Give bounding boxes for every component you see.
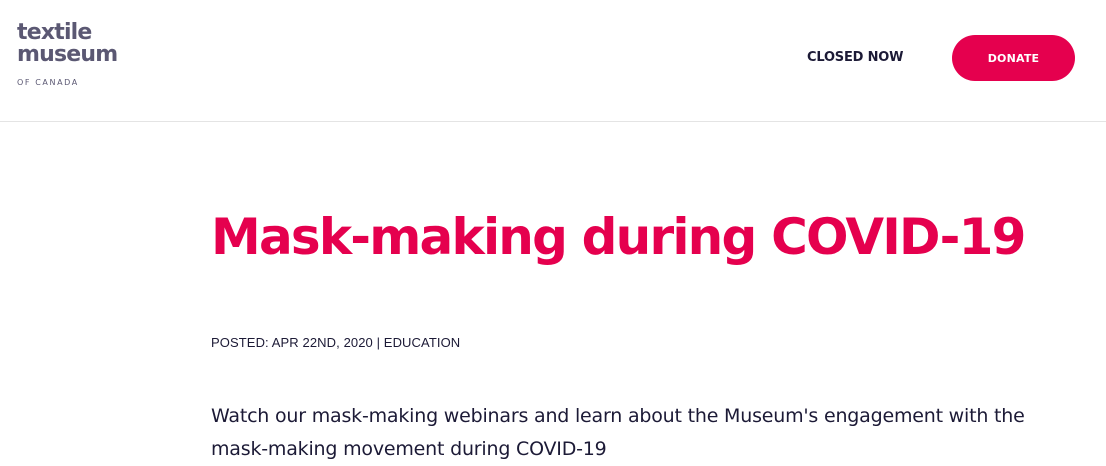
site-header: textile museum OF CANADA CLOSED NOW DONA…	[0, 0, 1106, 122]
logo-text-line-1: textile	[17, 20, 92, 45]
museum-logo[interactable]: textile museum OF CANADA	[17, 20, 118, 88]
category-link[interactable]: EDUCATION	[384, 335, 461, 350]
logo-text-line-2: museum	[17, 42, 118, 67]
donate-button[interactable]: DONATE	[952, 35, 1075, 81]
meta-separator: |	[372, 335, 384, 350]
post-meta: POSTED: APR 22ND, 2020 | EDUCATION	[211, 335, 460, 350]
page-title: Mask-making during COVID-19	[211, 208, 1026, 266]
post-date: APR 22ND, 2020	[271, 335, 373, 350]
posted-prefix: POSTED:	[211, 335, 272, 350]
hours-status-link[interactable]: CLOSED NOW	[807, 50, 903, 65]
logo-text-line-3: OF CANADA	[17, 78, 79, 87]
article-intro: Watch our mask-making webinars and learn…	[211, 405, 1025, 460]
article-content: Mask-making during COVID-19 POSTED: APR …	[211, 205, 1071, 460]
